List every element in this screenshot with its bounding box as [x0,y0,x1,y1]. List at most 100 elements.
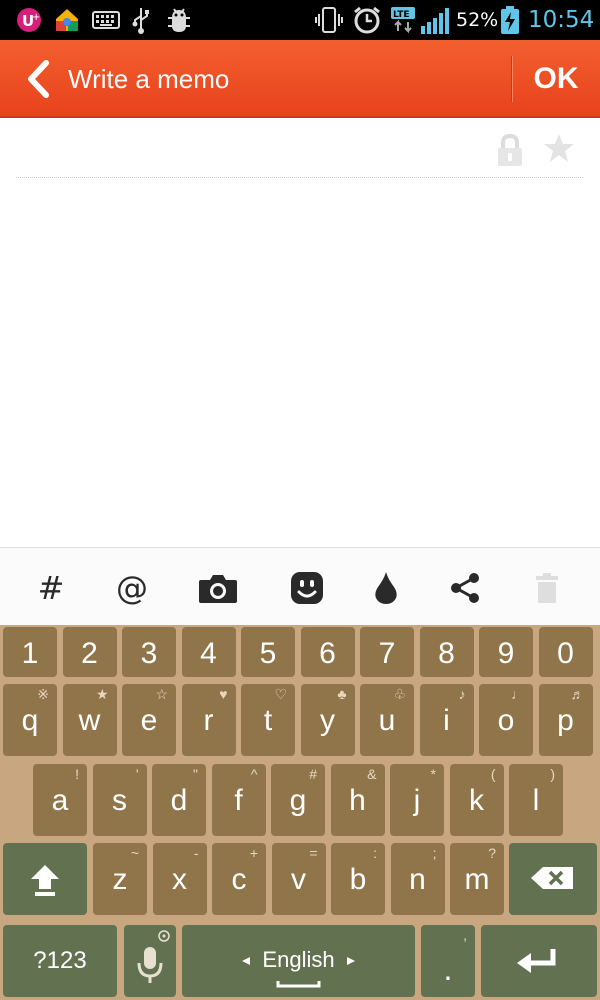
key-i[interactable]: i ♪ [419,684,474,756]
memo-area [0,118,600,548]
key-t[interactable]: t ♡ [241,684,295,756]
key-v-hint: = [309,845,318,861]
key-p-label: p [557,704,574,737]
key-w-label: w [78,704,101,737]
alarm-icon [352,6,382,34]
symbols-key[interactable]: ?123 [3,925,117,997]
star-icon[interactable] [543,132,575,164]
key-s-hint: ' [135,766,139,782]
key-c-hint: + [249,845,258,861]
color-button[interactable] [346,548,426,628]
share-button[interactable] [425,548,505,628]
key-x-hint: - [193,845,199,861]
key-w[interactable]: w ★ [62,684,117,756]
memo-text-input[interactable] [16,188,583,538]
smiley-icon [291,572,323,604]
voice-input-key[interactable] [124,925,176,997]
key-1[interactable]: 1 [3,627,57,677]
key-q-label: q [21,704,39,737]
enter-return-icon [517,949,556,973]
lte-data-icon: LTE [390,6,416,34]
key-4[interactable]: 4 [181,627,236,677]
key-4-label: 4 [200,637,217,670]
uplus-icon: U + [14,6,44,34]
key-k-label: k [469,784,484,817]
key-f-hint: ^ [250,766,258,782]
key-j[interactable]: j * [390,764,444,836]
share-icon [451,573,479,603]
space-key[interactable]: English [182,925,415,997]
key-q[interactable]: q ※ [3,684,57,756]
key-0[interactable]: 0 [538,627,593,677]
lte-label: LTE [393,10,410,20]
key-h[interactable]: h & [330,764,385,836]
key-3[interactable]: 3 [122,627,176,677]
key-m[interactable]: m? [450,843,504,915]
key-b[interactable]: b: [331,843,385,915]
key-9[interactable]: 9 [479,627,533,677]
back-button[interactable] [22,58,56,100]
key-n[interactable]: n; [390,843,445,915]
key-q-hint: ※ [37,686,49,702]
camera-button[interactable] [178,548,258,628]
key-u[interactable]: u ♧ [360,684,414,756]
key-7[interactable]: 7 [360,627,414,677]
editor-toolbar: # @ [0,547,600,627]
key-x[interactable]: x- [152,843,207,915]
key-h-hint: & [367,766,377,782]
key-8[interactable]: 8 [419,627,474,677]
key-p[interactable]: p ♬ [538,684,593,756]
key-o[interactable]: o ♩ [479,684,533,756]
key-l-label: l [532,784,540,817]
backspace-key[interactable] [509,843,597,915]
key-g-label: g [289,784,307,817]
key-r-label: r [203,704,214,737]
key-w-hint: ★ [95,686,109,702]
key-l[interactable]: l) [509,764,563,836]
key-r[interactable]: r ♥ [181,684,236,756]
key-e[interactable]: e ☆ [122,684,176,756]
period-key[interactable]: . , [421,925,475,997]
key-s[interactable]: s ' [92,764,147,836]
key-d[interactable]: d " [152,764,206,836]
shift-key[interactable] [3,843,87,915]
debug-bug-icon [166,6,192,34]
key-l-hint: ) [550,766,555,782]
key-y[interactable]: y ♣ [300,684,355,756]
key-7-label: 7 [378,637,396,670]
ok-button[interactable]: OK [512,40,600,118]
period-key-label: . [443,951,453,987]
key-2[interactable]: 2 [62,627,117,677]
sticker-button[interactable] [267,548,347,628]
key-z[interactable]: z ~ [93,843,147,915]
delete-button[interactable] [507,548,587,628]
enter-key[interactable] [481,925,597,997]
mention-button[interactable]: @ [92,548,172,628]
key-a-label: a [51,784,69,817]
hashtag-button[interactable]: # [11,548,91,628]
lock-icon[interactable] [494,132,526,168]
ink-drop-icon [375,572,397,604]
key-f[interactable]: f ^ [211,764,266,836]
key-1-label: 1 [21,637,39,670]
key-y-hint: ♣ [337,686,347,702]
key-o-label: o [497,704,515,737]
backspace-icon [531,867,573,889]
key-a[interactable]: a! [33,764,87,836]
signal-strength-icon [420,6,452,34]
key-k[interactable]: k( [449,764,504,836]
key-n-label: n [409,863,426,896]
key-p-hint: ♬ [570,686,585,702]
key-5-label: 5 [259,637,277,670]
key-h-label: h [349,784,366,817]
key-y-label: y [320,704,335,737]
key-o-hint: ♩ [511,686,525,702]
key-g[interactable]: g # [271,764,325,836]
memo-tools-row [16,118,583,178]
key-6[interactable]: 6 [300,627,355,677]
key-k-hint: ( [490,766,496,782]
key-c[interactable]: c + [212,843,266,915]
key-j-label: j [413,784,421,817]
key-v[interactable]: v = [271,843,326,915]
key-5[interactable]: 5 [241,627,295,677]
